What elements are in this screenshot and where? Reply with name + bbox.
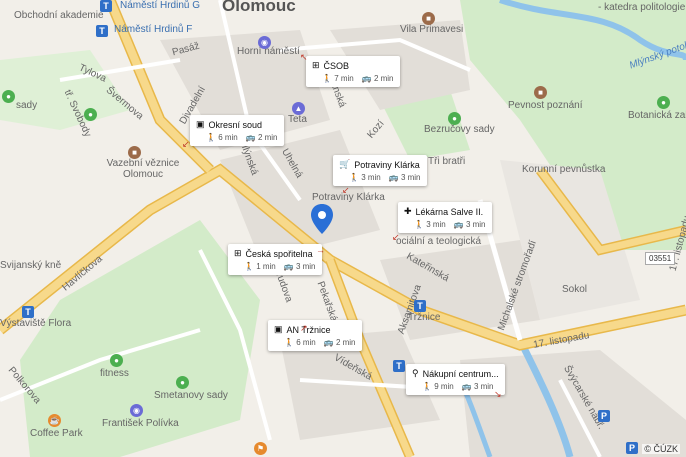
stop-card-okresni-soud[interactable]: ▣ Okresní soud 🚶 6 min 🚌 2 min: [190, 115, 284, 146]
cart-icon: 🛒: [339, 159, 351, 169]
walk-time: 🚶 6 min: [284, 338, 316, 347]
label-frantisek: František Polívka: [102, 418, 179, 429]
label-botanicka: Botanická zahra: [628, 110, 686, 121]
label-vila-primavesi: Vila Primavesi: [400, 24, 464, 35]
parking-icon[interactable]: P: [626, 442, 638, 454]
walk-time: 🚶 3 min: [349, 173, 381, 182]
atm-icon: ⊞: [312, 60, 320, 70]
transit-time: 🚌 2 min: [361, 74, 394, 83]
transit-time: 🚌 3 min: [461, 382, 494, 391]
atm-icon: ⊞: [234, 248, 242, 258]
city-name: Olomouc: [222, 0, 296, 15]
camera-icon[interactable]: ◉: [258, 36, 271, 49]
tram-stop-icon[interactable]: T: [414, 300, 426, 312]
label-katedra: - katedra politologie: [598, 2, 686, 13]
label-socialni: ociální a teologická: [396, 236, 482, 247]
walk-time: 🚶 1 min: [244, 262, 276, 271]
stop-card-lekarna[interactable]: ✚ Lékárna Salve II. 🚶 3 min 🚌 3 min: [398, 202, 492, 233]
label-pevnost-poznani: Pevnost poznání: [508, 100, 583, 111]
stop-name: Lékárna Salve II.: [415, 206, 484, 217]
bike-icon: ⚲: [412, 368, 419, 378]
direction-arrow-icon: ↙: [342, 185, 350, 195]
label-smetanovy: Smetanovy sady: [154, 390, 228, 401]
label-sokol: Sokol: [562, 284, 588, 295]
stop-name: Potraviny Klárka: [354, 159, 420, 170]
label-trznice: Tržnice: [408, 312, 441, 323]
stop-name: Okresní soud: [208, 119, 263, 130]
walk-time: 🚶 7 min: [322, 74, 354, 83]
museum-icon[interactable]: ■: [534, 86, 547, 99]
label-vystaviste: Výstaviště Flora: [0, 318, 72, 329]
transit-time: 🚌 3 min: [453, 220, 486, 229]
road-number-badge: 03551: [645, 252, 676, 265]
label-obchodni-akademie: Obchodní akademie: [14, 10, 104, 21]
label-korunni: Korunní pevnůstka: [522, 164, 606, 175]
label-namesti-hrdinu-g: Náměstí Hrdinů G: [120, 0, 201, 11]
direction-arrow-icon: →: [316, 245, 325, 255]
pharmacy-icon: ✚: [404, 206, 412, 216]
stop-card-ceska-sporitelna[interactable]: ⊞ Česká spořitelna 🚶 1 min 🚌 3 min: [228, 244, 322, 275]
label-sady: sady: [16, 100, 38, 111]
camera-icon[interactable]: ◉: [130, 404, 143, 417]
label-teta: Teta: [288, 114, 307, 125]
direction-arrow-icon: ↙: [392, 232, 400, 242]
direction-arrow-icon: ↘: [494, 389, 502, 399]
transit-time: 🚌 2 min: [323, 338, 356, 347]
bus-icon: ▣: [274, 324, 283, 334]
stop-card-csob[interactable]: ⊞ ČSOB 🚶 7 min 🚌 2 min: [306, 56, 400, 87]
transit-time: 🚌 2 min: [245, 133, 278, 142]
park-icon[interactable]: ●: [657, 96, 670, 109]
direction-arrow-icon: ↗: [300, 323, 308, 333]
transit-time: 🚌 3 min: [283, 262, 316, 271]
label-bezrucovy-sady: Bezručovy sady: [424, 124, 495, 135]
label-coffee-park: Coffee Park: [30, 428, 83, 439]
shop-icon[interactable]: ▲: [292, 102, 305, 115]
transit-time: 🚌 3 min: [388, 173, 421, 182]
location-pin-icon[interactable]: [311, 204, 333, 234]
tram-stop-icon[interactable]: T: [96, 25, 108, 37]
walk-time: 🚶 9 min: [422, 382, 454, 391]
parking-icon[interactable]: P: [598, 410, 610, 422]
tram-stop-icon[interactable]: T: [100, 0, 112, 12]
walk-time: 🚶 3 min: [414, 220, 446, 229]
stop-name: AN Tržnice: [286, 324, 331, 335]
label-tri-bratri: Tři bratři: [428, 156, 466, 167]
park-icon[interactable]: ●: [84, 108, 97, 121]
tram-stop-icon[interactable]: T: [22, 306, 34, 318]
stop-name: Nákupní centrum...: [422, 368, 499, 379]
direction-arrow-icon: ↙: [182, 139, 190, 149]
museum-icon[interactable]: ■: [128, 146, 141, 159]
stop-name: Česká spořitelna: [245, 248, 313, 259]
label-svijansky: Svijanský kně: [0, 260, 62, 271]
label-fitness: fitness: [100, 368, 129, 379]
stop-card-an-trznice[interactable]: ▣ AN Tržnice 🚶 6 min 🚌 2 min: [268, 320, 362, 351]
label-namesti-hrdinu-f: Náměstí Hrdinů F: [114, 24, 193, 35]
museum-icon[interactable]: ■: [422, 12, 435, 25]
cafe-icon[interactable]: ☕: [48, 414, 61, 427]
copyright-notice: © ČÚZK: [642, 444, 680, 454]
park-icon[interactable]: ●: [448, 112, 461, 125]
bus-icon: ▣: [196, 119, 205, 129]
stop-name: ČSOB: [323, 60, 350, 71]
label-vazebni: Vazební věznice Olomouc: [106, 158, 180, 180]
walk-time: 🚶 6 min: [206, 133, 238, 142]
direction-arrow-icon: ↖: [300, 52, 308, 62]
fitness-icon[interactable]: ●: [110, 354, 123, 367]
stop-card-nakupni-centrum[interactable]: ⚲ Nákupní centrum... 🚶 9 min 🚌 3 min: [406, 364, 505, 395]
park-icon[interactable]: ●: [176, 376, 189, 389]
park-icon[interactable]: ●: [2, 90, 15, 103]
restaurant-icon[interactable]: ⚑: [254, 442, 267, 455]
stop-card-potraviny[interactable]: 🛒 Potraviny Klárka 🚶 3 min 🚌 3 min: [333, 155, 427, 186]
tram-stop-icon[interactable]: T: [393, 360, 405, 372]
